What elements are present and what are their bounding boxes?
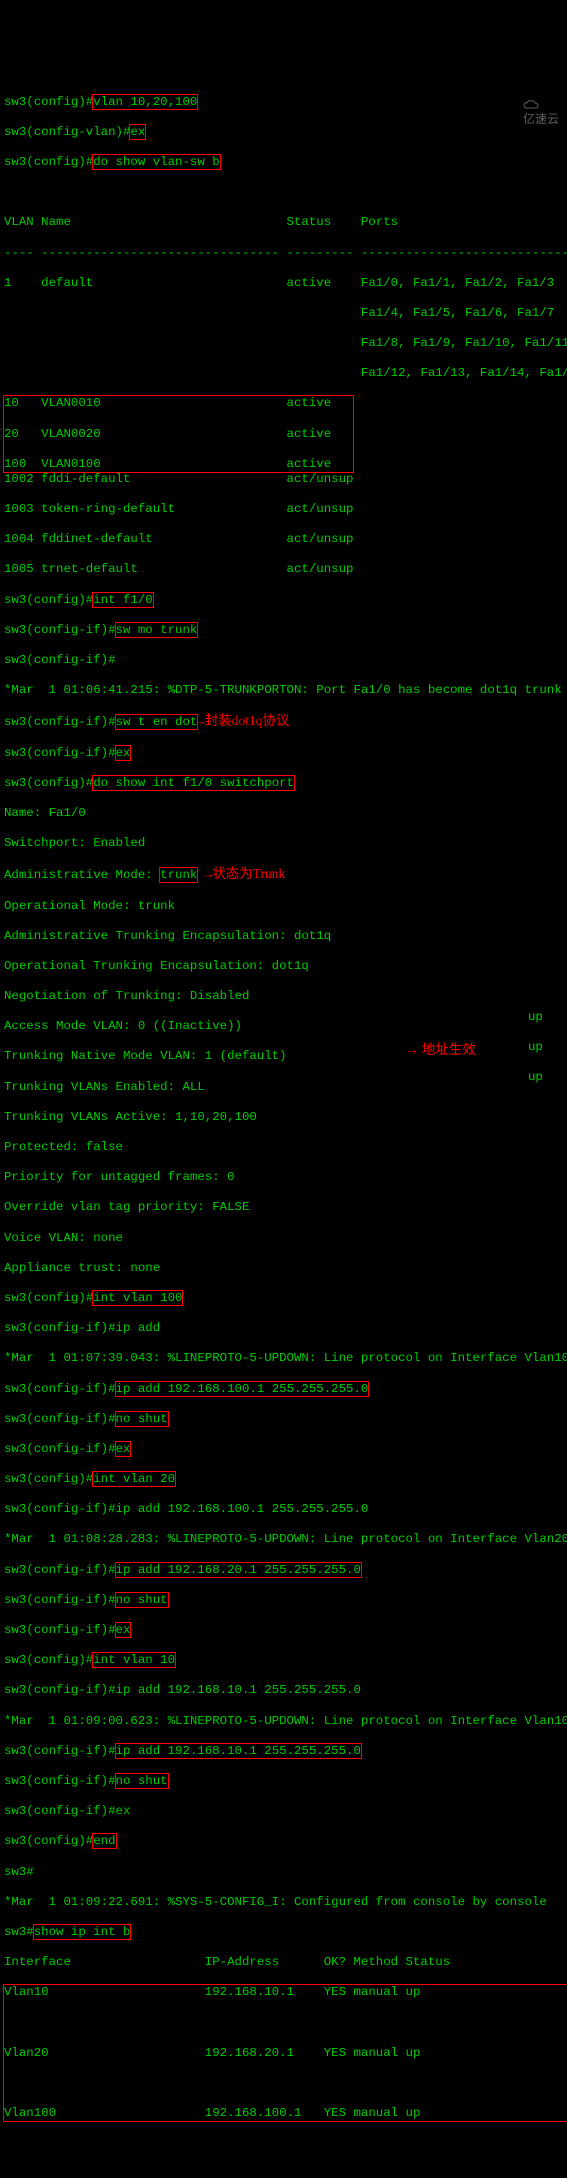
annotation-addr-effective: → 地址生效 [405,1042,476,1057]
cfg-line: sw3(config-if)#sw t en dot→封装dot1q协议 [4,713,564,730]
output-line: Voice VLAN: none [4,1231,564,1246]
cmd-ip-add-100[interactable]: ip add 192.168.100.1 255.255.255.0 [115,1381,370,1397]
output-line: Trunking VLANs Active: 1,10,20,100 [4,1110,564,1125]
cfg-line: sw3(config-if)#no shut [4,1412,564,1427]
ip-up-1: up [528,1010,558,1025]
vlan-row-cont: Fa1/8, Fa1/9, Fa1/10, Fa1/11 [4,336,564,351]
cmd-end[interactable]: end [92,1833,116,1849]
log-line: *Mar 1 01:09:22.691: %SYS-5-CONFIG_I: Co… [4,1895,564,1910]
annotation-trunk: 状态为Trunk [212,866,285,881]
cfg-line: sw3(config)#vlan 10,20,100 [4,95,564,110]
cmd-exit[interactable]: ex [129,124,146,140]
cfg-line: sw3# [4,1865,564,1880]
cfg-line: sw3(config-if)#ex [4,1623,564,1638]
log-line: *Mar 1 01:08:28.283: %LINEPROTO-5-UPDOWN… [4,1532,564,1547]
output-line: Name: Fa1/0 [4,806,564,821]
log-line: *Mar 1 01:09:00.623: %LINEPROTO-5-UPDOWN… [4,1714,564,1729]
cfg-line: sw3(config-if)#ip add 192.168.100.1 255.… [4,1382,564,1397]
cfg-line: sw3(config-if)#ex [4,1442,564,1457]
cfg-line: sw3(config)#do show int f1/0 switchport [4,776,564,791]
output-line: Administrative Mode: trunk →状态为Trunk [4,866,564,883]
cfg-line: sw3(config)#int vlan 10 [4,1653,564,1668]
cmd-ip-add-20[interactable]: ip add 192.168.20.1 255.255.255.0 [115,1562,362,1578]
cmd-int-f10[interactable]: int f1/0 [92,592,154,608]
cfg-line: sw3(config-vlan)#ex [4,125,564,140]
output-line: Switchport: Enabled [4,836,564,851]
cmd-sw-mo-trunk[interactable]: sw mo trunk [115,622,199,638]
vlan-row-cont: Fa1/12, Fa1/13, Fa1/14, Fa1/15 [4,366,564,381]
cmd-sw-t-en-dot[interactable]: sw t en dot [115,714,199,730]
cfg-line: sw3(config)#do show vlan-sw b [4,155,564,170]
cfg-line: sw3(config-if)#ip add 192.168.10.1 255.2… [4,1683,564,1698]
cfg-line: sw3(config-if)#no shut [4,1593,564,1608]
cmd-exit[interactable]: ex [115,1622,132,1638]
output-line: Negotiation of Trunking: Disabled [4,989,564,1004]
output-line: Trunking VLANs Enabled: ALL [4,1080,564,1095]
output-line: Trunking Native Mode VLAN: 1 (default) [4,1049,564,1064]
output-line: Administrative Trunking Encapsulation: d… [4,929,564,944]
cmd-int-vlan-100[interactable]: int vlan 100 [92,1290,183,1306]
cfg-line: sw3(config)#int vlan 100 [4,1291,564,1306]
annotation-dot1q: 封装dot1q协议 [205,713,290,728]
cmd-int-vlan-20[interactable]: int vlan 20 [92,1471,176,1487]
cfg-line: sw3(config-if)#ex [4,1804,564,1819]
vlan-table-header: VLAN Name Status Ports [4,215,564,230]
admin-mode-value: trunk [159,867,198,883]
cfg-line: sw3(config-if)#ip add 192.168.20.1 255.2… [4,1563,564,1578]
vlan-created-box: 10 VLAN0010 active 20 VLAN0020 active 10… [3,395,354,472]
cfg-line: sw3(config-if)#ip add 192.168.100.1 255.… [4,1502,564,1517]
cfg-line: sw3(config-if)#ex [4,746,564,761]
output-line: Override vlan tag priority: FALSE [4,1200,564,1215]
cmd-vlan-create[interactable]: vlan 10,20,100 [92,94,198,110]
ip-up-2: up [528,1040,558,1055]
vlan-row-1003: 1003 token-ring-default act/unsup [4,502,564,517]
ip-row-vlan20: Vlan20 192.168.20.1 YES manual up [4,2046,567,2061]
vlan-row-default: 1 default active Fa1/0, Fa1/1, Fa1/2, Fa… [4,276,564,291]
cloud-icon [523,99,539,111]
vlan-row-100: 100 VLAN0100 active [4,457,353,471]
ip-row-vlan10: Vlan10 192.168.10.1 YES manual up [4,1985,567,2000]
output-line: Operational Trunking Encapsulation: dot1… [4,959,564,974]
cfg-line: sw3(config)#int vlan 20 [4,1472,564,1487]
cmd-int-vlan-10[interactable]: int vlan 10 [92,1652,176,1668]
log-line: *Mar 1 01:06:41.215: %DTP-5-TRUNKPORTON:… [4,683,564,698]
vlan-row-1004: 1004 fddinet-default act/unsup [4,532,564,547]
cfg-line: sw3(config-if)#no shut [4,1774,564,1789]
cmd-exit[interactable]: ex [115,1441,132,1457]
output-line: Access Mode VLAN: 0 ((Inactive)) [4,1019,564,1034]
ip-table-box-wrap: Vlan10 192.168.10.1 YES manual up Vlan20… [4,2106,567,2120]
cmd-ip-add-10[interactable]: ip add 192.168.10.1 255.255.255.0 [115,1743,362,1759]
cfg-line: sw3(config)#end [4,1834,564,1849]
cmd-show-vlan[interactable]: do show vlan-sw b [92,154,220,170]
ip-row-vlan100: Vlan100 192.168.100.1 YES manual up [4,2106,567,2120]
cmd-no-shut[interactable]: no shut [115,1773,169,1789]
cmd-no-shut[interactable]: no shut [115,1411,169,1427]
vlan-row-1005: 1005 trnet-default act/unsup [4,562,564,577]
cmd-no-shut[interactable]: no shut [115,1592,169,1608]
cmd-exit[interactable]: ex [115,745,132,761]
cfg-line: sw3(config-if)#ip add [4,1321,564,1336]
cmd-show-ip-int-b[interactable]: show ip int b [33,1924,132,1940]
cfg-line: sw3(config-if)#sw mo trunk [4,623,564,638]
vlan-row-10: 10 VLAN0010 active [4,396,353,411]
vlan-row-cont: Fa1/4, Fa1/5, Fa1/6, Fa1/7 [4,306,564,321]
vlan-row-1002: 1002 fddi-default act/unsup [4,472,564,487]
cfg-line: sw3(config)#int f1/0 [4,593,564,608]
cmd-show-switchport[interactable]: do show int f1/0 switchport [92,775,295,791]
watermark: 亿速云 [517,82,559,127]
vlan-row-20: 20 VLAN0020 active [4,427,353,442]
output-line: Protected: false [4,1140,564,1155]
output-line: Priority for untagged frames: 0 [4,1170,564,1185]
cfg-line: sw3(config-if)# [4,653,564,668]
ip-up-3: up [528,1070,558,1085]
output-line: Appliance trust: none [4,1261,564,1276]
output-line: Operational Mode: trunk [4,899,564,914]
log-line: *Mar 1 01:07:39.043: %LINEPROTO-5-UPDOWN… [4,1351,564,1366]
cfg-line: sw3#show ip int b [4,1925,564,1940]
ip-table-header: Interface IP-Address OK? Method Status P… [4,1955,564,1970]
cfg-line: sw3(config-if)#ip add 192.168.10.1 255.2… [4,1744,564,1759]
divider: ---- -------------------------------- --… [4,246,564,261]
ip-table-box: Vlan10 192.168.10.1 YES manual up Vlan20… [3,1984,567,2122]
